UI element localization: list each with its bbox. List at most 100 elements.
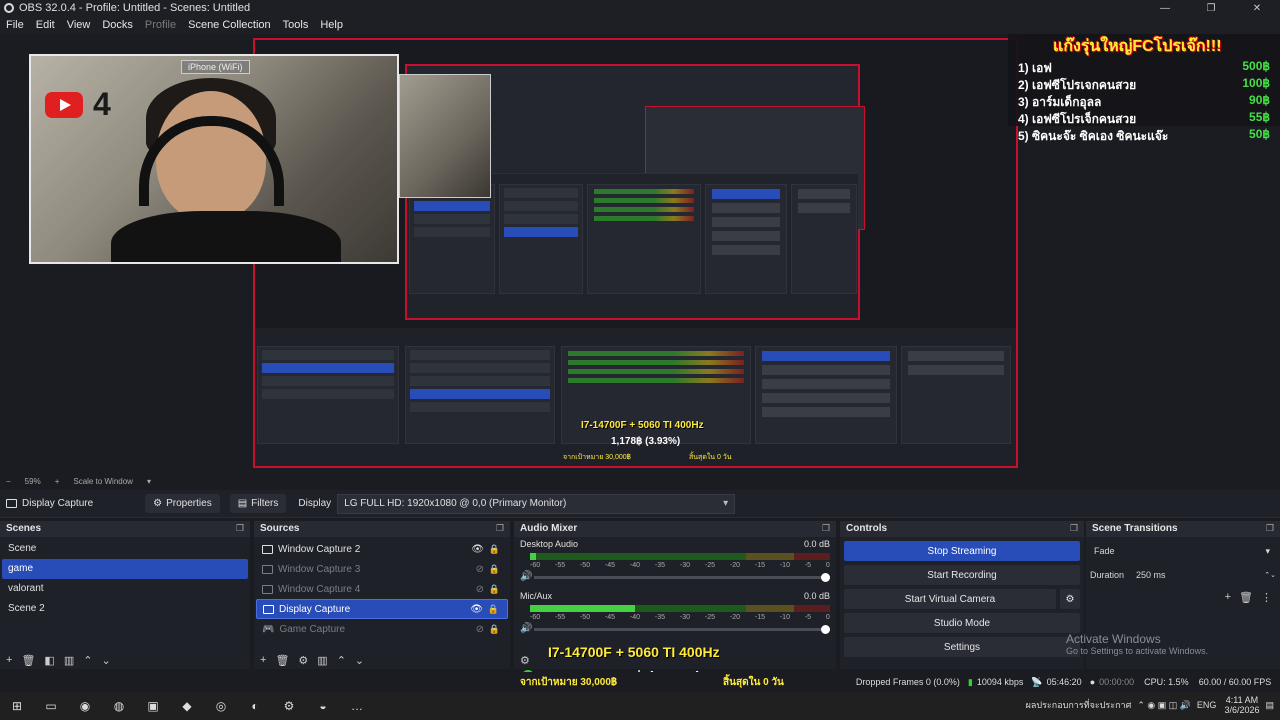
undock-icon[interactable]: ❐: [496, 523, 504, 535]
scene-item[interactable]: valorant: [2, 579, 248, 599]
eye-hidden-icon[interactable]: ⊘: [476, 624, 484, 635]
menu-docks[interactable]: Docks: [102, 19, 133, 31]
settings-icon[interactable]: ⚙: [278, 695, 300, 717]
transition-select[interactable]: Fade ▾: [1090, 543, 1274, 561]
app-icon[interactable]: ◒: [312, 695, 334, 717]
properties-button[interactable]: ⚙ Properties: [145, 494, 220, 513]
source-properties-button[interactable]: ⚙: [298, 654, 308, 667]
volume-slider[interactable]: [534, 625, 830, 634]
copy-controls: [755, 346, 897, 444]
minimize-button[interactable]: —: [1142, 0, 1188, 16]
scenes-list: Scene game valorant Scene 2: [0, 537, 250, 621]
add-transition-button[interactable]: +: [1225, 591, 1231, 604]
undock-icon[interactable]: ❐: [1266, 523, 1274, 535]
settings-button[interactable]: Settings: [844, 637, 1080, 657]
nested-sources: [499, 184, 583, 294]
eye-hidden-icon[interactable]: ⊘: [476, 584, 484, 595]
preview-area[interactable]: I7-14700F + 5060 TI 400Hz 1,178฿ (3.93%)…: [0, 34, 1280, 474]
scale-dropdown-icon[interactable]: ▾: [147, 477, 151, 486]
scale-mode[interactable]: Scale to Window: [73, 477, 133, 486]
undock-icon[interactable]: ❐: [822, 523, 830, 535]
notification-icon[interactable]: ▤: [1265, 700, 1274, 711]
app-icon[interactable]: …: [346, 695, 368, 717]
system-tray: ผลประกอบการที่จะประกาศ ⌃ ◉ ▣ ◫ 🔊 ENG 4:1…: [1026, 695, 1274, 715]
remove-transition-button[interactable]: 🗑: [1239, 591, 1253, 604]
move-up-button[interactable]: ⌃: [337, 654, 346, 667]
eye-hidden-icon[interactable]: ⊘: [476, 564, 484, 575]
messenger-icon[interactable]: ◍: [108, 695, 130, 717]
remove-scene-button[interactable]: 🗑: [21, 654, 35, 667]
meter-tick-label: -60: [530, 562, 541, 569]
menu-scene-collection[interactable]: Scene Collection: [188, 19, 271, 31]
record-icon: ●: [1089, 677, 1096, 687]
chrome-icon[interactable]: ◉: [74, 695, 96, 717]
stop-streaming-button[interactable]: Stop Streaming: [844, 541, 1080, 561]
remove-source-button[interactable]: 🗑: [275, 654, 289, 667]
app-icon[interactable]: ◐: [244, 695, 266, 717]
transition-menu-button[interactable]: ⋮: [1261, 591, 1272, 604]
lock-icon[interactable]: 🔒: [489, 584, 500, 595]
zoom-in-button[interactable]: +: [55, 477, 60, 486]
move-down-button[interactable]: ⌄: [101, 654, 110, 667]
slider-knob[interactable]: [821, 625, 830, 634]
undock-icon[interactable]: ❐: [236, 523, 244, 535]
mixer-settings-button[interactable]: ⚙: [520, 654, 530, 667]
language-indicator[interactable]: ENG: [1197, 700, 1217, 710]
file-explorer-icon[interactable]: ▭: [40, 695, 62, 717]
start-virtual-camera-button[interactable]: Start Virtual Camera: [844, 589, 1056, 609]
maximize-button[interactable]: ❐: [1188, 0, 1234, 16]
slider-knob[interactable]: [821, 573, 830, 582]
eye-icon[interactable]: 👁: [470, 604, 483, 615]
zoom-out-button[interactable]: −: [6, 477, 11, 486]
display-select[interactable]: LG FULL HD: 1920x1080 @ 0,0 (Primary Mon…: [337, 493, 736, 514]
meter-tick-label: -45: [604, 614, 616, 621]
source-item[interactable]: Window Capture 4 ⊘ 🔒: [256, 579, 508, 599]
move-down-button[interactable]: ⌄: [355, 654, 364, 667]
duration-stepper[interactable]: ⌃⌄: [1264, 571, 1276, 579]
source-item[interactable]: Display Capture 👁 🔒: [256, 599, 508, 619]
source-item[interactable]: Window Capture 2 👁 🔒: [256, 539, 508, 559]
scene-item[interactable]: game: [2, 559, 248, 579]
lock-icon[interactable]: 🔒: [488, 604, 499, 615]
filters-button[interactable]: ▤ Filters: [229, 494, 287, 513]
duration-input[interactable]: 250 ms: [1132, 567, 1263, 583]
studio-mode-button[interactable]: Studio Mode: [844, 613, 1080, 633]
app-icon[interactable]: ◆: [176, 695, 198, 717]
scene-item[interactable]: Scene 2: [2, 599, 248, 619]
add-source-button[interactable]: +: [260, 654, 266, 667]
menu-tools[interactable]: Tools: [283, 19, 309, 31]
start-recording-button[interactable]: Start Recording: [844, 565, 1080, 585]
obs-icon[interactable]: ◎: [210, 695, 232, 717]
source-item[interactable]: Window Capture 3 ⊘ 🔒: [256, 559, 508, 579]
menu-file[interactable]: File: [6, 19, 24, 31]
copy-overlay-cpu: I7-14700F + 5060 TI 400Hz: [581, 420, 704, 431]
close-button[interactable]: ✕: [1234, 0, 1280, 16]
undock-icon[interactable]: ❐: [1070, 523, 1078, 535]
volume-slider[interactable]: [534, 573, 830, 582]
lock-icon[interactable]: 🔒: [489, 624, 500, 635]
scene-filters-button[interactable]: ◧: [44, 654, 54, 667]
menu-help[interactable]: Help: [320, 19, 343, 31]
move-up-button[interactable]: ⌃: [83, 654, 92, 667]
news-widget[interactable]: ผลประกอบการที่จะประกาศ: [1026, 698, 1132, 712]
line-icon[interactable]: ▣: [142, 695, 164, 717]
lock-icon[interactable]: 🔒: [489, 544, 500, 555]
start-icon[interactable]: ⊞: [6, 695, 28, 717]
speaker-icon[interactable]: 🔊: [520, 571, 532, 582]
source-filters-button[interactable]: ▥: [317, 654, 327, 667]
source-item[interactable]: 🎮 Game Capture ⊘ 🔒: [256, 619, 508, 639]
scene-item[interactable]: Scene: [2, 539, 248, 559]
menu-view[interactable]: View: [67, 19, 91, 31]
virtual-camera-settings-icon[interactable]: ⚙: [1060, 589, 1080, 609]
controls-title: Controls: [846, 523, 888, 534]
scene-toggle-button[interactable]: ▥: [64, 654, 74, 667]
lock-icon[interactable]: 🔒: [489, 564, 500, 575]
eye-icon[interactable]: 👁: [471, 544, 484, 555]
clock[interactable]: 4:11 AM 3/6/2026: [1224, 695, 1259, 715]
tray-icons[interactable]: ⌃ ◉ ▣ ◫ 🔊: [1137, 700, 1191, 711]
menu-edit[interactable]: Edit: [36, 19, 55, 31]
add-scene-button[interactable]: +: [6, 654, 12, 667]
window-icon: [262, 564, 273, 574]
speaker-icon[interactable]: 🔊: [520, 623, 532, 634]
menu-profile[interactable]: Profile: [145, 19, 176, 31]
